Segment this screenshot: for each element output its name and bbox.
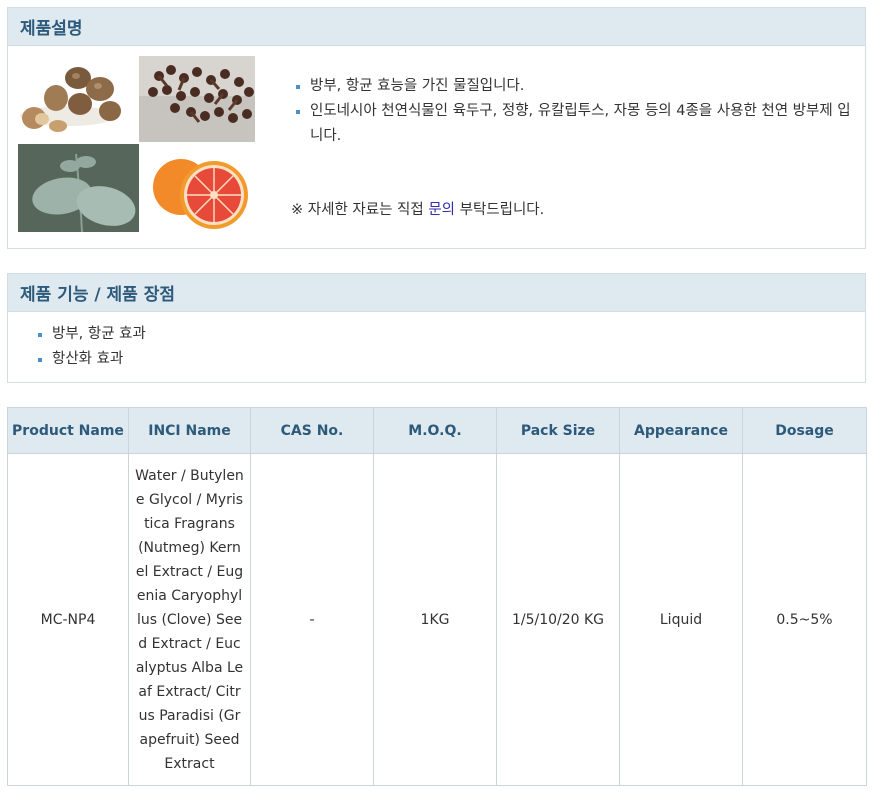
note-prefix: ※ 자세한 자료는 직접 [291,202,429,218]
table-row: MC-NP4 Water / Butylene Glycol / Myristi… [7,453,867,786]
column-header: INCI Name [128,407,251,454]
section-title: 제품 기능 / 제품 장점 [20,285,176,305]
note-suffix: 부탁드립니다. [455,202,545,218]
product-spec-table: Product Name INCI Name CAS No. M.O.Q. Pa… [7,407,867,786]
product-image-grid [18,56,266,234]
moq-cell: 1KG [373,453,497,786]
section-header: 제품설명 [8,8,865,46]
list-item: 인도네시아 천연식물인 육두구, 정향, 유칼립투스, 자몽 등의 4종을 사용… [296,99,856,149]
section-title: 제품설명 [20,19,83,39]
appearance-cell: Liquid [619,453,743,786]
inquiry-link[interactable]: 문의 [428,202,455,218]
description-bullet-list: 방부, 항균 효능을 가진 물질입니다. 인도네시아 천연식물인 육두구, 정향… [296,74,856,149]
section-header: 제품 기능 / 제품 장점 [8,274,865,312]
inquiry-note: ※ 자세한 자료는 직접 문의 부탁드립니다. [291,198,544,219]
nutmeg-image [18,56,133,142]
list-item: 방부, 항균 효과 [38,322,146,347]
column-header: Pack Size [496,407,620,454]
eucalyptus-image [18,144,139,232]
dosage-cell: 0.5~5% [742,453,867,786]
grapefruit-image [146,153,256,233]
table-header-row: Product Name INCI Name CAS No. M.O.Q. Pa… [7,407,867,454]
function-bullet-list: 방부, 항균 효과 항산화 효과 [38,322,146,372]
list-item: 항산화 효과 [38,347,146,372]
clove-image [139,56,255,142]
column-header: CAS No. [250,407,374,454]
product-description-section: 제품설명 방부, 항균 효능을 가진 물질입니다. 인도네시아 천연식물인 육두… [7,7,866,249]
product-name-cell: MC-NP4 [7,453,129,786]
column-header: M.O.Q. [373,407,497,454]
cas-no-cell: - [250,453,374,786]
column-header: Product Name [7,407,129,454]
pack-size-cell: 1/5/10/20 KG [496,453,620,786]
inci-name-cell: Water / Butylene Glycol / Myristica Frag… [128,453,251,786]
list-item: 방부, 항균 효능을 가진 물질입니다. [296,74,856,99]
column-header: Dosage [742,407,867,454]
column-header: Appearance [619,407,743,454]
product-function-section: 제품 기능 / 제품 장점 방부, 항균 효과 항산화 효과 [7,273,866,383]
